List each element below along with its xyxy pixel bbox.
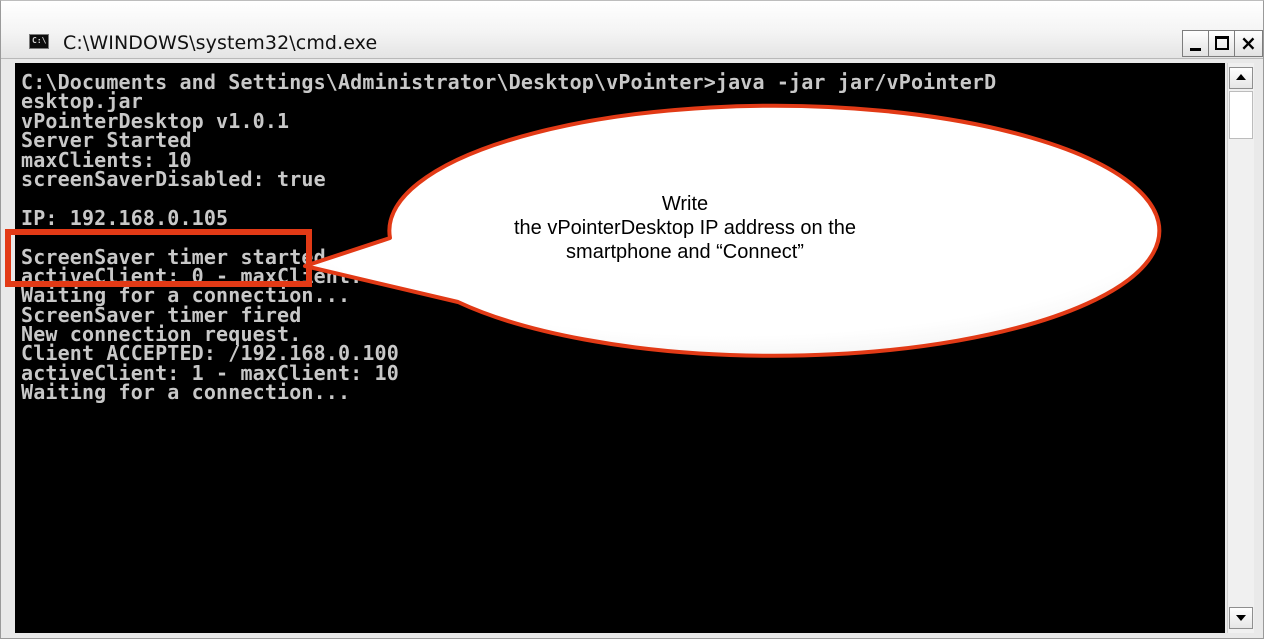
- callout-text: Write the vPointerDesktop IP address on …: [450, 192, 920, 264]
- callout-line: the vPointerDesktop IP address on the: [513, 217, 857, 239]
- callout-bubble: [303, 103, 1162, 358]
- callout-line: Write: [661, 193, 709, 215]
- callout-line: smartphone and “Connect”: [566, 241, 804, 263]
